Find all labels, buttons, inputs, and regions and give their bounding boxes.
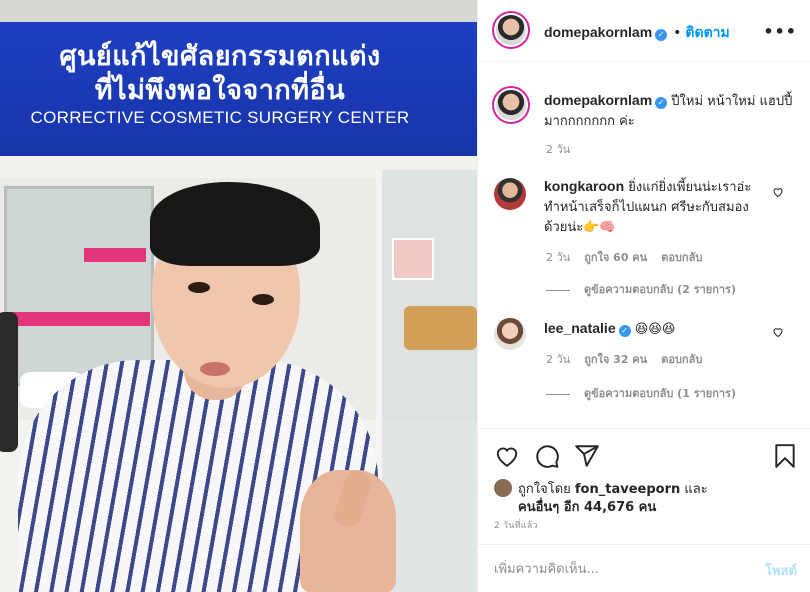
avatar[interactable] — [494, 479, 512, 497]
comment-text: 😆😆😆 — [634, 322, 676, 337]
comment-likes[interactable]: ถูกใจ 60 คน — [584, 251, 647, 264]
sofa — [404, 306, 477, 350]
liked-by-user[interactable]: fon_taveeporn — [575, 482, 680, 497]
caption-username[interactable]: domepakornlam — [544, 92, 652, 108]
comment: kongkaroon ยิ่งแก่ยิ่งเพี้ยนน่ะเราอ่ะ ทำ… — [544, 176, 764, 238]
clinic-sign: ศูนย์แก้ไขศัลยกรรมตกแต่ง ที่ไม่พึงพอใจจา… — [0, 22, 477, 156]
post-photo[interactable]: ศูนย์แก้ไขศัลยกรรมตกแต่ง ที่ไม่พึงพอใจจา… — [0, 0, 477, 592]
sign-english: CORRECTIVE COSMETIC SURGERY CENTER — [30, 108, 410, 127]
caption-time: 2 วัน — [546, 140, 584, 158]
avatar[interactable] — [492, 11, 530, 49]
view-replies-label: ดูข้อความตอบกลับ (2 รายการ) — [584, 283, 736, 296]
comment-username[interactable]: lee_natalie — [544, 320, 616, 336]
comment-likes[interactable]: ถูกใจ 32 คน — [584, 353, 647, 366]
sign-thai-line-2: ที่ไม่พึงพอใจจากที่อื่น — [94, 75, 346, 106]
comment-meta: 2 วัน ถูกใจ 32 คน ตอบกลับ — [546, 350, 716, 368]
caption-time-text: 2 วัน — [546, 143, 571, 156]
caption: domepakornlam ✓ ปีใหม่ หน้าใหม่ แฮปปี้มาก… — [544, 90, 794, 132]
verified-icon: ✓ — [655, 97, 668, 109]
comment: lee_natalie ✓ 😆😆😆 — [544, 318, 764, 340]
view-replies-label: ดูข้อความตอบกลับ (1 รายการ) — [584, 387, 736, 400]
comment-time[interactable]: 2 วัน — [546, 353, 570, 366]
divider — [546, 393, 570, 395]
background-person — [0, 312, 18, 452]
post-button[interactable]: โพสต์ — [765, 560, 797, 581]
follow-button[interactable]: ติดตาม — [685, 24, 729, 40]
comment-icon[interactable] — [534, 443, 560, 469]
comment-username[interactable]: kongkaroon — [544, 178, 624, 194]
comment-box: โพสต์ — [478, 544, 810, 592]
avatar[interactable] — [494, 318, 526, 350]
post-time[interactable]: 2 วันที่แล้ว — [494, 518, 538, 532]
liked-by: ถูกใจโดย fon_taveeporn และ คนอื่นๆ อีก 4… — [494, 479, 794, 517]
separator-dot: • — [673, 25, 682, 41]
comment-meta: 2 วัน ถูกใจ 60 คน ตอบกลับ — [546, 248, 716, 266]
pink-stripe — [10, 312, 150, 326]
view-replies[interactable]: ดูข้อความตอบกลับ (1 รายการ) — [546, 384, 736, 402]
pink-stripe — [84, 248, 146, 262]
glass-partition — [4, 186, 154, 386]
share-icon[interactable] — [574, 443, 600, 469]
heart-icon[interactable] — [772, 326, 784, 338]
divider — [546, 289, 570, 291]
avatar[interactable] — [494, 178, 526, 210]
view-replies[interactable]: ดูข้อความตอบกลับ (2 รายการ) — [546, 280, 736, 298]
post-panel: domepakornlam ✓ • ติดตาม ••• domepakornlam ✓… — [477, 0, 810, 592]
liked-by-and: และ — [684, 482, 708, 497]
comment-time[interactable]: 2 วัน — [546, 251, 570, 264]
header-username[interactable]: domepakornlam — [544, 24, 652, 40]
liked-by-prefix: ถูกใจโดย — [518, 482, 571, 497]
more-icon[interactable]: ••• — [763, 22, 797, 41]
bookmark-icon[interactable] — [772, 443, 798, 469]
eye — [252, 294, 274, 305]
poster — [392, 238, 434, 280]
reply-button[interactable]: ตอบกลับ — [661, 251, 702, 264]
ceiling — [0, 0, 477, 22]
header-line: domepakornlam ✓ • ติดตาม — [544, 22, 730, 44]
verified-icon: ✓ — [618, 325, 631, 337]
post-header: domepakornlam ✓ • ติดตาม ••• — [478, 0, 810, 62]
verified-icon: ✓ — [655, 29, 668, 41]
reply-button[interactable]: ตอบกลับ — [661, 353, 702, 366]
eye — [188, 282, 210, 293]
heart-icon[interactable] — [772, 186, 784, 198]
heart-icon[interactable] — [494, 443, 520, 469]
mouth — [200, 362, 230, 376]
comment-input[interactable] — [494, 557, 734, 581]
liked-by-others[interactable]: คนอื่นๆ อีก 44,676 คน — [494, 499, 794, 517]
avatar[interactable] — [492, 86, 530, 124]
